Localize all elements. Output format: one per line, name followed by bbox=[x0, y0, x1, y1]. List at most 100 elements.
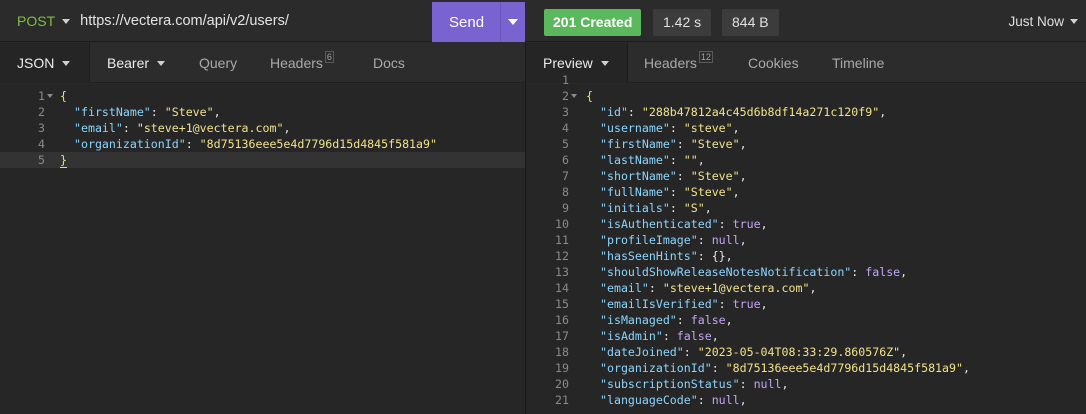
send-options-chevron-icon[interactable] bbox=[508, 19, 518, 25]
fold-chevron-icon[interactable] bbox=[571, 94, 577, 98]
tab-headers[interactable]: Headers 6 bbox=[270, 43, 334, 83]
send-label[interactable]: Send bbox=[449, 14, 495, 31]
line-number: 20 bbox=[555, 377, 569, 391]
response-size-badge: 844 B bbox=[722, 9, 779, 36]
tab-body[interactable]: JSON bbox=[0, 43, 90, 83]
json-literal-value: null bbox=[711, 393, 740, 407]
json-string-value: "8d75136eee5e4d7796d15d4845f581a9" bbox=[725, 361, 963, 375]
line-number: 17 bbox=[555, 329, 569, 343]
json-brace: { bbox=[60, 89, 67, 103]
json-key: "isManaged" bbox=[600, 313, 677, 327]
json-key: "email" bbox=[600, 281, 649, 295]
method-selector[interactable]: POST bbox=[17, 13, 55, 29]
line-number: 12 bbox=[555, 249, 569, 263]
line-number: 8 bbox=[562, 185, 569, 199]
history-dropdown[interactable]: Just Now bbox=[1008, 14, 1078, 29]
json-string-value: "2023-05-04T08:33:29.860576Z" bbox=[697, 345, 901, 359]
code-line: 6 "lastName": "", bbox=[526, 152, 1086, 168]
tab-docs-label[interactable]: Docs bbox=[373, 43, 405, 83]
code-line: 2 "firstName": "Steve", bbox=[0, 104, 525, 120]
json-string-value: "Steve" bbox=[164, 105, 214, 119]
json-comma: , bbox=[739, 169, 747, 183]
json-comma: , bbox=[739, 233, 747, 247]
json-key: "email" bbox=[74, 121, 123, 135]
json-key: "hasSeenHints" bbox=[600, 249, 698, 263]
code-content: "initials": "S", bbox=[600, 201, 712, 215]
json-literal-value: false bbox=[676, 329, 712, 343]
chevron-down-icon[interactable] bbox=[600, 60, 609, 66]
code-line: 10 "isAuthenticated": true, bbox=[526, 216, 1086, 232]
code-content: "emailIsVerified": true, bbox=[600, 297, 768, 311]
json-key: "username" bbox=[600, 121, 670, 135]
code-content: { bbox=[586, 88, 593, 104]
line-number: 18 bbox=[555, 345, 569, 359]
line-number: 6 bbox=[562, 153, 569, 167]
code-content: "isManaged": false, bbox=[600, 313, 733, 327]
json-string-value: "steve+1@vectera.com" bbox=[662, 281, 810, 295]
json-string-value: "" bbox=[683, 153, 698, 167]
line-number: 13 bbox=[555, 265, 569, 279]
json-string-value: "288b47812a4c45d6b8df14a271c120f9" bbox=[641, 105, 880, 119]
code-line: 9 "initials": "S", bbox=[526, 200, 1086, 216]
tab-headers-label[interactable]: Headers bbox=[270, 43, 323, 83]
tab-query[interactable]: Query bbox=[199, 43, 237, 83]
json-key: "firstName" bbox=[74, 105, 151, 119]
code-content: "profileImage": null, bbox=[600, 233, 747, 247]
json-comma: , bbox=[697, 153, 705, 167]
line-number: 5 bbox=[562, 137, 569, 151]
fold-chevron-icon[interactable] bbox=[47, 94, 53, 98]
response-body-viewer[interactable]: 1 2 {3 "id": "288b47812a4c45d6b8df14a271c12… bbox=[526, 73, 1086, 414]
url-input[interactable]: https://vectera.com/api/v2/users/ bbox=[80, 13, 289, 29]
line-number: 15 bbox=[555, 297, 569, 311]
json-key: "id" bbox=[600, 105, 628, 119]
json-comma: , bbox=[725, 249, 733, 263]
json-object-value: {} bbox=[711, 249, 726, 263]
code-line: 2{ bbox=[526, 88, 1086, 104]
headers-count-badge: 6 bbox=[324, 51, 334, 63]
json-comma: , bbox=[704, 201, 712, 215]
code-line: 12 "hasSeenHints": {}, bbox=[526, 248, 1086, 264]
json-key: "languageCode" bbox=[600, 393, 698, 407]
code-line: 8 "fullName": "Steve", bbox=[526, 184, 1086, 200]
tab-query-label[interactable]: Query bbox=[199, 43, 237, 83]
json-comma: , bbox=[760, 217, 768, 231]
request-body-editor[interactable]: 1{2 "firstName": "Steve", 3 "email": "steve… bbox=[0, 84, 525, 414]
code-line: 16 "isManaged": false, bbox=[526, 312, 1086, 328]
code-content: "id": "288b47812a4c45d6b8df14a271c120f9"… bbox=[600, 105, 887, 119]
line-number: 10 bbox=[555, 217, 569, 231]
code-line: 7 "shortName": "Steve", bbox=[526, 168, 1086, 184]
tab-auth-label[interactable]: Bearer bbox=[107, 43, 149, 83]
json-literal-value: true bbox=[732, 217, 761, 231]
status-badge: 201 Created bbox=[544, 9, 642, 36]
line-number: 3 bbox=[562, 105, 569, 119]
code-content: "email": "steve+1@vectera.com", bbox=[74, 121, 291, 135]
chevron-down-icon[interactable] bbox=[62, 60, 71, 66]
code-content: "shortName": "Steve", bbox=[600, 169, 747, 183]
json-literal-value: false bbox=[690, 313, 726, 327]
code-line: 3 "id": "288b47812a4c45d6b8df14a271c120f9… bbox=[526, 104, 1086, 120]
code-content: "email": "steve+1@vectera.com", bbox=[600, 281, 817, 295]
json-comma: , bbox=[283, 121, 291, 135]
send-button[interactable]: Send bbox=[432, 2, 525, 42]
chevron-down-icon[interactable] bbox=[1070, 19, 1078, 24]
json-literal-value: null bbox=[753, 377, 782, 391]
chevron-down-icon[interactable] bbox=[62, 18, 71, 24]
json-key: "shouldShowReleaseNotesNotification" bbox=[600, 265, 852, 279]
tab-body-label[interactable]: JSON bbox=[17, 43, 54, 83]
line-number: 5 bbox=[38, 153, 45, 167]
json-key: "emailIsVerified" bbox=[600, 297, 719, 311]
tab-docs[interactable]: Docs bbox=[373, 43, 405, 83]
code-line: 4 "username": "steve", bbox=[526, 120, 1086, 136]
json-comma: , bbox=[732, 121, 740, 135]
code-line: 13 "shouldShowReleaseNotesNotification": … bbox=[526, 264, 1086, 280]
code-line: 21 "languageCode": null, bbox=[526, 392, 1086, 408]
json-comma: , bbox=[739, 137, 747, 151]
json-comma: , bbox=[711, 329, 719, 343]
tab-auth[interactable]: Bearer bbox=[107, 43, 166, 83]
code-content: "organizationId": "8d75136eee5e4d7796d15… bbox=[74, 137, 437, 151]
history-label[interactable]: Just Now bbox=[1008, 14, 1064, 29]
json-comma: , bbox=[732, 185, 740, 199]
url-bar[interactable]: POST https://vectera.com/api/v2/users/ bbox=[0, 0, 432, 42]
json-comma: , bbox=[900, 345, 908, 359]
chevron-down-icon[interactable] bbox=[157, 60, 166, 66]
